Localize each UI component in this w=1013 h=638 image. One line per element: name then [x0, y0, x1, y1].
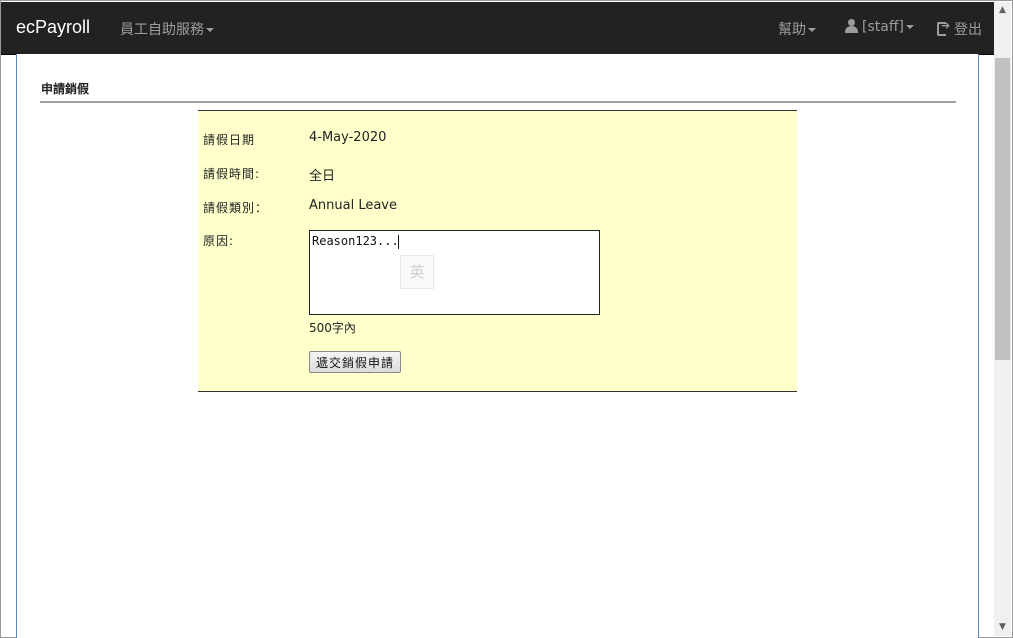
leave-date-value: 4-May-2020 [309, 130, 387, 145]
user-label: [staff] [862, 19, 904, 35]
self-service-label: 員工自助服務 [120, 22, 204, 38]
logout-label: 登出 [954, 22, 982, 38]
help-label: 幫助 [778, 22, 806, 38]
user-menu[interactable]: [staff] [845, 19, 914, 35]
title-divider [40, 101, 956, 103]
reason-textarea[interactable]: Reason123... [309, 230, 600, 315]
page-title: 申請銷假 [41, 82, 90, 96]
content-frame: 申請銷假 請假日期 4-May-2020 請假時間: 全日 請假類別： Annu… [16, 54, 979, 638]
char-limit-hint: 500字內 [309, 321, 356, 335]
reason-label: 原因: [203, 234, 235, 248]
submit-cancel-leave-button[interactable]: 遞交銷假申請 [309, 351, 402, 373]
logout-link[interactable]: 登出 [937, 19, 982, 39]
cancel-leave-form: 請假日期 4-May-2020 請假時間: 全日 請假類別： Annual Le… [198, 110, 797, 392]
caret-down-icon [808, 28, 816, 32]
scroll-thumb[interactable] [995, 58, 1010, 360]
help-menu[interactable]: 幫助 [778, 19, 816, 39]
leave-time-value: 全日 [309, 169, 336, 184]
self-service-menu[interactable]: 員工自助服務 [120, 19, 214, 39]
logout-icon [937, 19, 952, 36]
brand-logo[interactable]: ecPayroll [16, 17, 90, 38]
leave-type-label: 請假類別： [203, 201, 269, 215]
top-navbar: ecPayroll 員工自助服務 幫助 [staff] 登出 [1, 2, 994, 55]
caret-down-icon [206, 28, 214, 32]
leave-type-value: Annual Leave [309, 198, 397, 213]
scroll-up-arrow-icon[interactable]: ▲ [994, 2, 1011, 19]
text-cursor [398, 235, 399, 249]
caret-down-icon [905, 25, 914, 29]
user-icon [845, 19, 858, 33]
ime-indicator: 英 [400, 255, 434, 289]
vertical-scrollbar[interactable]: ▲ ▼ [994, 2, 1011, 636]
leave-time-label: 請假時間: [203, 167, 261, 181]
leave-date-label: 請假日期 [203, 133, 256, 147]
scroll-down-arrow-icon[interactable]: ▼ [994, 619, 1011, 636]
